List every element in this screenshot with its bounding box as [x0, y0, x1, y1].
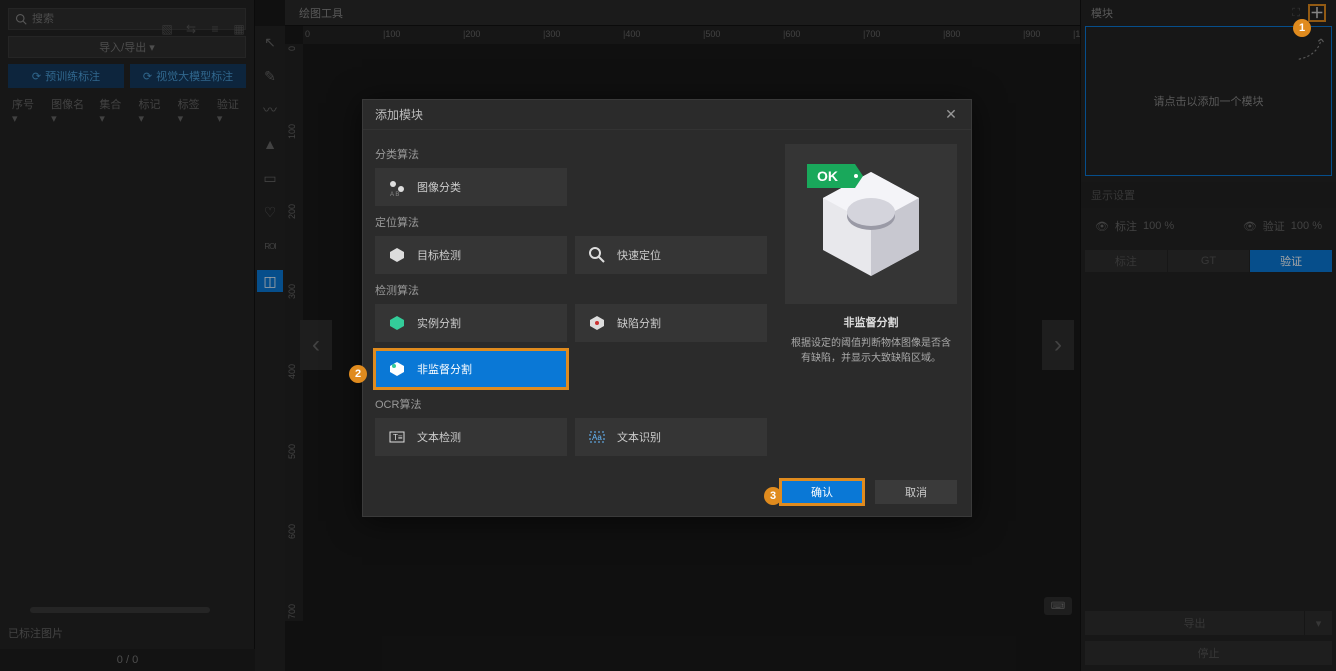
- svg-text:A B: A B: [390, 192, 399, 197]
- cancel-button[interactable]: 取消: [875, 480, 957, 504]
- preview-title: 非监督分割: [785, 314, 957, 330]
- confirm-button[interactable]: 确认: [781, 480, 863, 504]
- image-cls-icon: A B: [387, 177, 407, 197]
- inst-seg-icon: [387, 313, 407, 333]
- card-instance-seg[interactable]: 实例分割: [375, 304, 567, 342]
- card-text-recognition[interactable]: Aa 文本识别: [575, 418, 767, 456]
- card-defect-seg[interactable]: 缺陷分割: [575, 304, 767, 342]
- callout-badge-1: 1: [1293, 19, 1311, 37]
- category-locate: 定位算法: [375, 214, 775, 230]
- dialog-preview: OK 非监督分割 根据设定的阈值判断物体图像是否含有缺陷，并显示大致缺陷区域。: [785, 144, 957, 366]
- category-ocr: OCR算法: [375, 396, 775, 412]
- close-icon[interactable]: ✕: [943, 107, 959, 123]
- card-text-detection[interactable]: T≡ 文本检测: [375, 418, 567, 456]
- card-unsupervised-seg[interactable]: 非监督分割: [375, 350, 567, 388]
- preview-image: OK: [785, 144, 957, 304]
- dialog-title: 添加模块: [375, 106, 423, 123]
- category-detect: 检测算法: [375, 282, 775, 298]
- category-classify: 分类算法: [375, 146, 775, 162]
- svg-text:OK: OK: [817, 168, 838, 184]
- obj-det-icon: [387, 245, 407, 265]
- svg-text:Aa: Aa: [592, 433, 602, 442]
- add-module-dialog: 添加模块 ✕ 分类算法 A B 图像分类 定位算法 目标检测 快速定位 检测算法: [362, 99, 972, 517]
- text-rec-icon: Aa: [587, 427, 607, 447]
- preview-desc: 根据设定的阈值判断物体图像是否含有缺陷，并显示大致缺陷区域。: [785, 336, 957, 366]
- svg-text:T≡: T≡: [393, 433, 403, 442]
- card-image-classification[interactable]: A B 图像分类: [375, 168, 567, 206]
- text-det-icon: T≡: [387, 427, 407, 447]
- card-fast-locate[interactable]: 快速定位: [575, 236, 767, 274]
- callout-badge-2: 2: [349, 365, 367, 383]
- unsup-seg-icon: [387, 359, 407, 379]
- card-object-detection[interactable]: 目标检测: [375, 236, 567, 274]
- fast-loc-icon: [587, 245, 607, 265]
- defect-seg-icon: [587, 313, 607, 333]
- callout-badge-3: 3: [764, 487, 782, 505]
